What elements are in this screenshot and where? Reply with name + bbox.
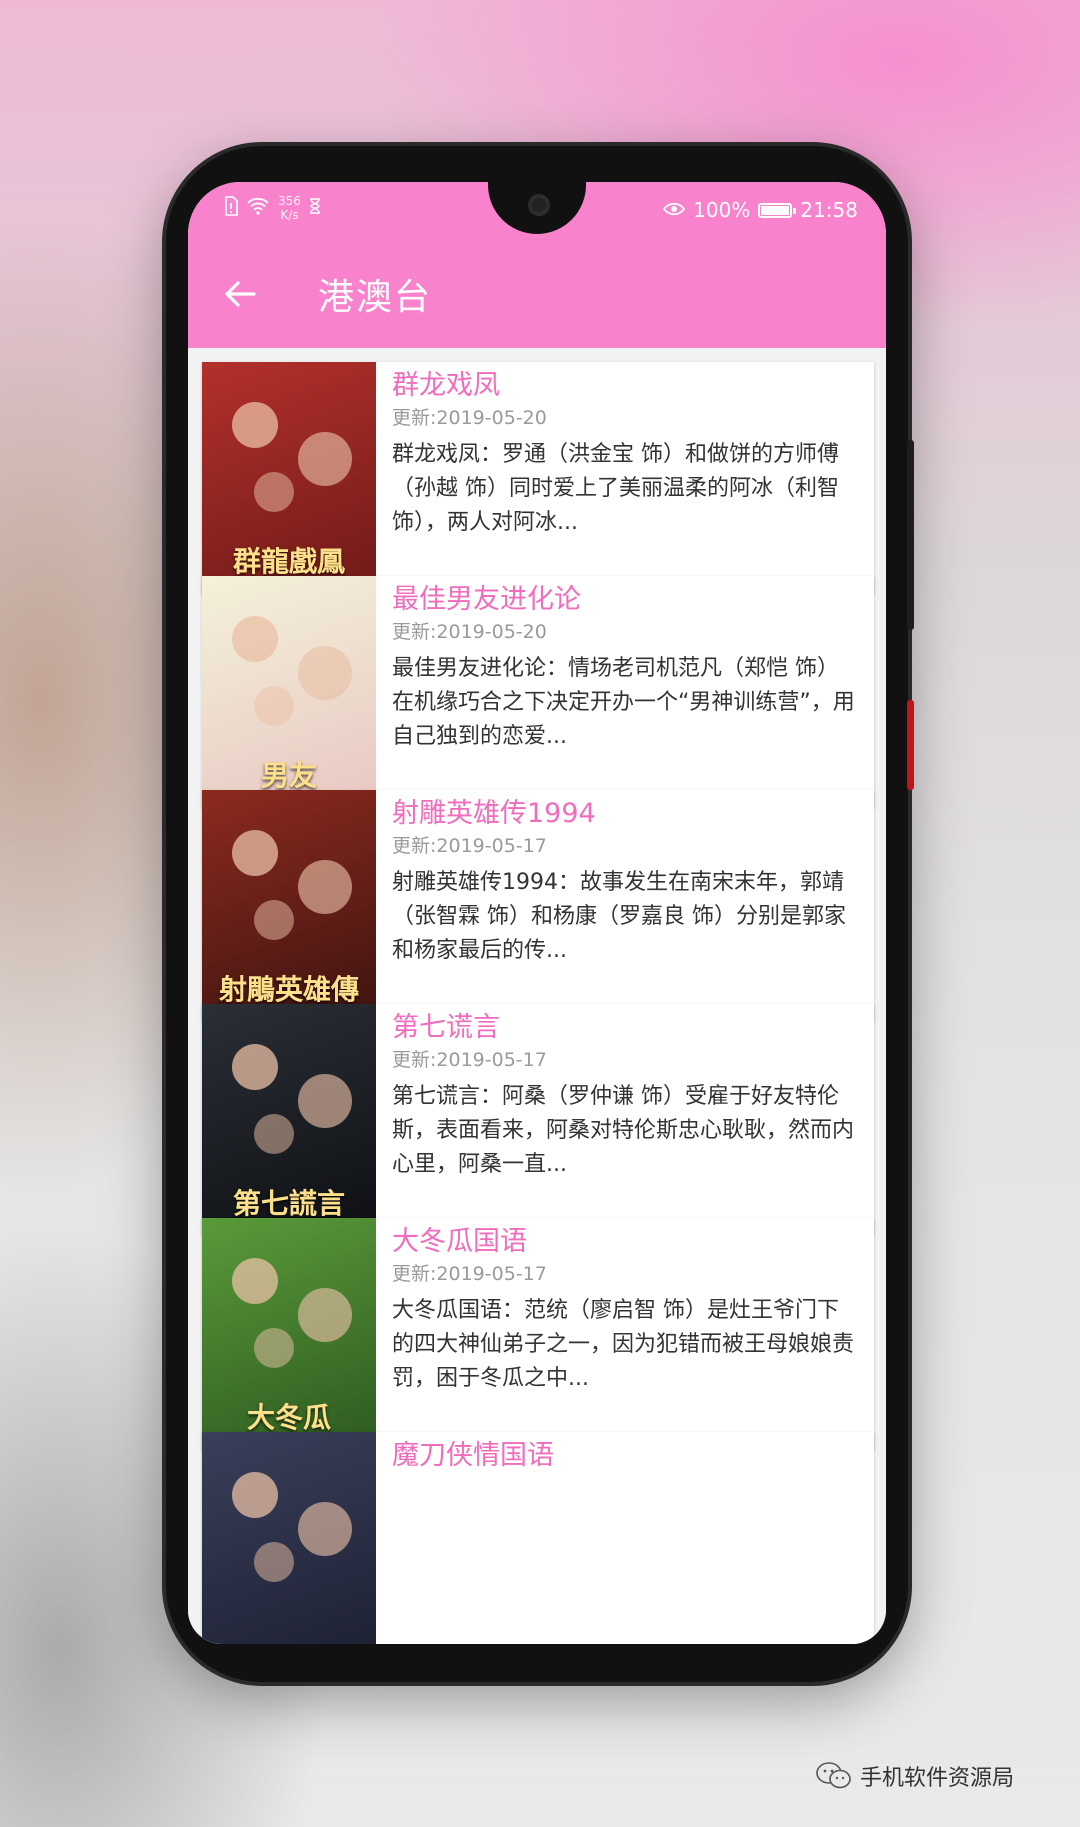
item-info: 射雕英雄传1994 更新:2019-05-17 射雕英雄传1994：故事发生在南宋末… [376,790,874,1022]
item-updated: 更新:2019-05-17 [392,1049,547,1071]
item-title: 第七谎言 [392,1012,500,1043]
battery-percent: 100% [693,198,751,222]
wifi-icon [246,197,270,219]
poster-figure [232,1258,278,1304]
item-title: 群龙戏凤 [392,370,500,401]
poster-figure [254,1542,294,1582]
sim-icon [224,196,238,220]
content-list[interactable]: 群龍戲鳳 群龙戏凤更新:2019-05-20 群龙戏凤：罗通（洪金宝 饰）和做饼的方… [188,348,886,1644]
poster-figure [298,860,352,914]
back-button[interactable] [224,264,294,324]
list-item[interactable]: 第七謊言 第七谎言更新:2019-05-17 第七谎言：阿桑（罗仲谦 饰）受雇于好友… [202,1004,874,1236]
wechat-icon [816,1762,851,1789]
poster-image[interactable]: 男友 [202,576,376,808]
front-camera [528,194,550,216]
poster-image[interactable]: 射鵰英雄傳 [202,790,376,1022]
list-item[interactable]: 大冬瓜 大冬瓜国语更新:2019-05-17 大冬瓜国语：范统（廖启智 饰）是灶王爷… [202,1218,874,1450]
list-item[interactable]: 群龍戲鳳 群龙戏凤更新:2019-05-20 群龙戏凤：罗通（洪金宝 饰）和做饼的方… [202,362,874,594]
poster-title-art: 大冬瓜 [246,1401,331,1434]
item-title: 射雕英雄传1994 [392,798,596,829]
watermark-text: 手机软件资源局 [860,1766,1015,1791]
poster-image[interactable]: 大冬瓜 [202,1218,376,1450]
poster-figure [298,1288,352,1342]
item-title: 魔刀侠情国语 [392,1440,554,1471]
page-title: 港澳台 [318,277,433,318]
item-description: 大冬瓜国语：范统（廖启智 饰）是灶王爷门下的四大神仙弟子之一，因为犯错而被王母娘… [392,1298,855,1391]
poster-figure [254,472,294,512]
item-updated: 更新:2019-05-20 [392,621,547,643]
item-updated: 更新:2019-05-17 [392,835,547,857]
item-updated: 更新:2019-05-17 [392,1263,547,1285]
list-item[interactable]: 男友 最佳男友进化论更新:2019-05-20 最佳男友进化论：情场老司机范凡（郑恺… [202,576,874,808]
poster-title-art: 群龍戲鳳 [232,545,345,578]
item-description: 第七谎言：阿桑（罗仲谦 饰）受雇于好友特伦斯，表面看来，阿桑对特伦斯忠心耿耿，然… [392,1084,855,1177]
poster-figure [298,1502,352,1556]
item-description: 射雕英雄传1994：故事发生在南宋末年，郭靖（张智霖 饰）和杨康（罗嘉良 饰）分… [392,870,846,963]
poster-figure [232,616,278,662]
hourglass-icon [309,198,321,218]
item-info: 群龙戏凤更新:2019-05-20 群龙戏凤：罗通（洪金宝 饰）和做饼的方师傅（孙… [376,362,874,594]
poster-figure [254,1328,294,1368]
list-item[interactable]: 魔刀侠情国语 [202,1432,874,1644]
poster-title-art: 第七謊言 [232,1187,345,1220]
poster-figure [298,1074,352,1128]
item-description: 群龙戏凤：罗通（洪金宝 饰）和做饼的方师傅（孙越 饰）同时爱上了美丽温柔的阿冰（… [392,442,839,535]
item-info: 魔刀侠情国语 [376,1432,874,1644]
status-right: 100% 21:58 [663,198,858,222]
poster-figure [298,432,352,486]
poster-title-art: 男友 [260,759,317,792]
poster-image[interactable]: 群龍戲鳳 [202,362,376,594]
power-button [907,440,914,630]
poster-figure [254,686,294,726]
clock: 21:58 [800,198,858,222]
poster-image[interactable]: 第七謊言 [202,1004,376,1236]
poster-figure [298,646,352,700]
phone-screen: 356 K/s 100% 21:58 港澳台 群龍戲鳳 群龙戏凤 更新:2019-0… [188,182,886,1644]
network-speed: 356 K/s [278,194,301,222]
poster-figure [232,1472,278,1518]
app-bar: 港澳台 [188,240,886,348]
status-left: 356 K/s [224,194,321,222]
item-title: 大冬瓜国语 [392,1226,527,1257]
poster-figure [254,1114,294,1154]
watermark: 手机软件资源局 [816,1760,1014,1792]
poster-figure [232,830,278,876]
item-info: 第七谎言更新:2019-05-17 第七谎言：阿桑（罗仲谦 饰）受雇于好友特伦斯，… [376,1004,874,1236]
network-speed-unit: K/s [280,208,299,222]
status-bar: 356 K/s 100% 21:58 [188,182,886,240]
item-description: 最佳男友进化论：情场老司机范凡（郑恺 饰）在机缘巧合之下决定开办一个“男神训练营… [392,656,855,749]
eye-comfort-icon [663,198,686,222]
poster-figure [232,402,278,448]
item-updated: 更新:2019-05-20 [392,407,547,429]
poster-image[interactable] [202,1432,376,1644]
item-info: 最佳男友进化论更新:2019-05-20 最佳男友进化论：情场老司机范凡（郑恺 饰… [376,576,874,808]
list-item[interactable]: 射鵰英雄傳 射雕英雄传1994 更新:2019-05-17 射雕英雄传1994：故事发… [202,790,874,1022]
battery-icon [758,202,797,218]
network-speed-value: 356 [278,194,301,208]
poster-figure [254,900,294,940]
poster-figure [232,1044,278,1090]
volume-button [907,700,914,790]
item-info: 大冬瓜国语更新:2019-05-17 大冬瓜国语：范统（廖启智 饰）是灶王爷门下的… [376,1218,874,1450]
item-title: 最佳男友进化论 [392,584,581,615]
poster-title-art: 射鵰英雄傳 [218,973,359,1006]
arrow-left-icon [225,281,256,307]
